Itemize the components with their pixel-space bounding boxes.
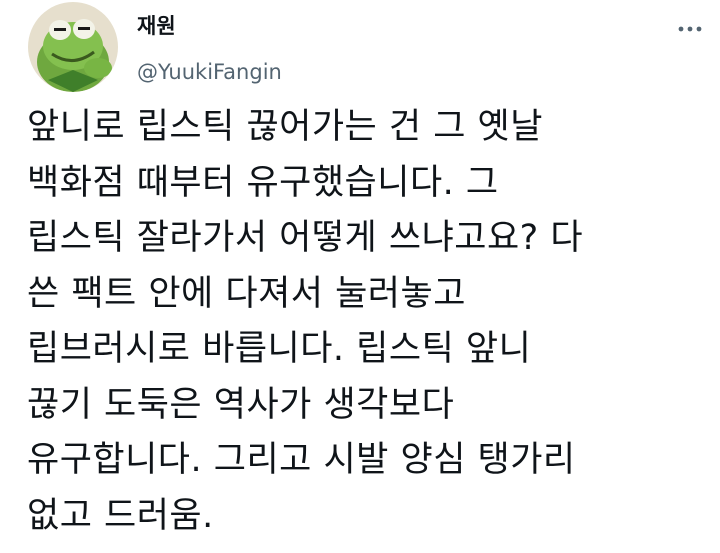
more-dots-icon-glyph (678, 26, 702, 32)
author-avatar[interactable] (28, 2, 118, 92)
author-display-name[interactable]: 재원 (137, 12, 176, 40)
tweet-text-line: 립스틱 잘라가서 어떻게 쓰냐고요? 다 (27, 218, 584, 258)
tweet-text-line: 립브러시로 바릅니다. 립스틱 앞니 (27, 329, 532, 369)
tweet-text-line: 쓴 팩트 안에 다져서 눌러놓고 (27, 273, 466, 314)
tweet-text-line: 백화점 때부터 유구했습니다. 그 (27, 162, 499, 203)
tweet-text-line: 끊기 도둑은 역사가 생각보다 (27, 384, 455, 425)
tweet-card: 재원 @YuukiFangin 앞니로 립스틱 끊어가는 건 그 옛날 백화점 … (0, 0, 720, 553)
tweet-text-line: 유구합니다. 그리고 시발 양심 탱가리 (27, 440, 576, 480)
tweet-text: 앞니로 립스틱 끊어가는 건 그 옛날 백화점 때부터 유구했습니다. 그 립스… (27, 100, 707, 544)
tweet-text-line: 앞니로 립스틱 끊어가는 건 그 옛날 (27, 107, 543, 147)
kermit-frog-avatar-icon (28, 2, 118, 92)
author-handle[interactable]: @YuukiFangin (137, 58, 282, 86)
more-dots-icon[interactable] (668, 16, 712, 42)
tweet-text-line: 없고 드러움. (27, 495, 214, 536)
